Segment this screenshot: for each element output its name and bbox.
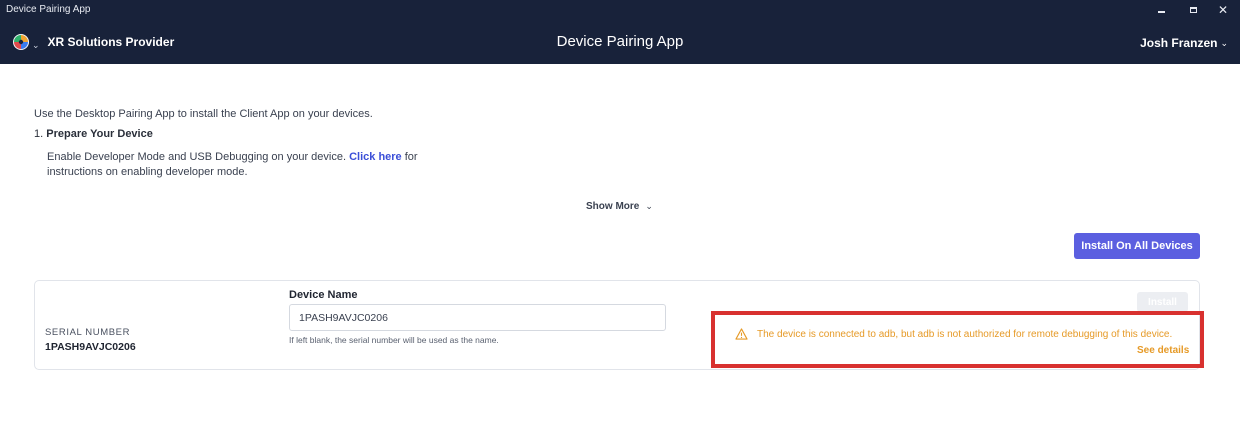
user-menu[interactable]: Josh Franzen ⌄ (1140, 36, 1228, 50)
warning-text: The device is connected to adb, but adb … (757, 328, 1173, 340)
show-more-label: Show More (586, 201, 640, 212)
chevron-down-icon: ⌄ (1220, 37, 1228, 48)
minimize-button[interactable] (1148, 0, 1174, 20)
intro-text: Use the Desktop Pairing App to install t… (34, 108, 373, 120)
install-button[interactable]: Install (1137, 292, 1188, 312)
step-number: 1. (34, 128, 44, 140)
step-title: Prepare Your Device (46, 128, 153, 140)
device-name-help: If left blank, the serial number will be… (289, 335, 499, 345)
device-name-label: Device Name (289, 289, 358, 301)
install-all-button[interactable]: Install On All Devices (1074, 233, 1200, 259)
close-button[interactable]: ✕ (1210, 0, 1236, 20)
serial-number-label: SERIAL NUMBER (45, 327, 131, 338)
step-description: Enable Developer Mode and USB Debugging … (47, 150, 467, 180)
warning-triangle-icon (735, 328, 748, 340)
window-title: Device Pairing App (6, 4, 91, 15)
app-title: Device Pairing App (556, 33, 684, 50)
serial-number-value: 1PASH9AVJC0206 (45, 341, 136, 353)
user-name: Josh Franzen (1140, 36, 1218, 50)
device-name-input[interactable] (289, 304, 666, 331)
instructions-link[interactable]: Click here (349, 151, 402, 163)
minimize-icon (1157, 10, 1165, 13)
step-heading: 1. Prepare Your Device (34, 128, 153, 140)
adb-warning: The device is connected to adb, but adb … (735, 328, 1172, 340)
show-more-toggle[interactable]: Show More ⌄ (586, 201, 653, 212)
close-icon: ✕ (1217, 3, 1229, 17)
app-header: ⌄ XR Solutions Provider Device Pairing A… (0, 20, 1240, 64)
window-titlebar: Device Pairing App ✕ (0, 0, 1240, 20)
maximize-button[interactable] (1180, 0, 1206, 20)
chevron-down-icon: ⌄ (645, 201, 653, 211)
maximize-icon (1189, 7, 1197, 13)
step-desc-before: Enable Developer Mode and USB Debugging … (47, 151, 347, 163)
see-details-link[interactable]: See details (1137, 345, 1189, 356)
